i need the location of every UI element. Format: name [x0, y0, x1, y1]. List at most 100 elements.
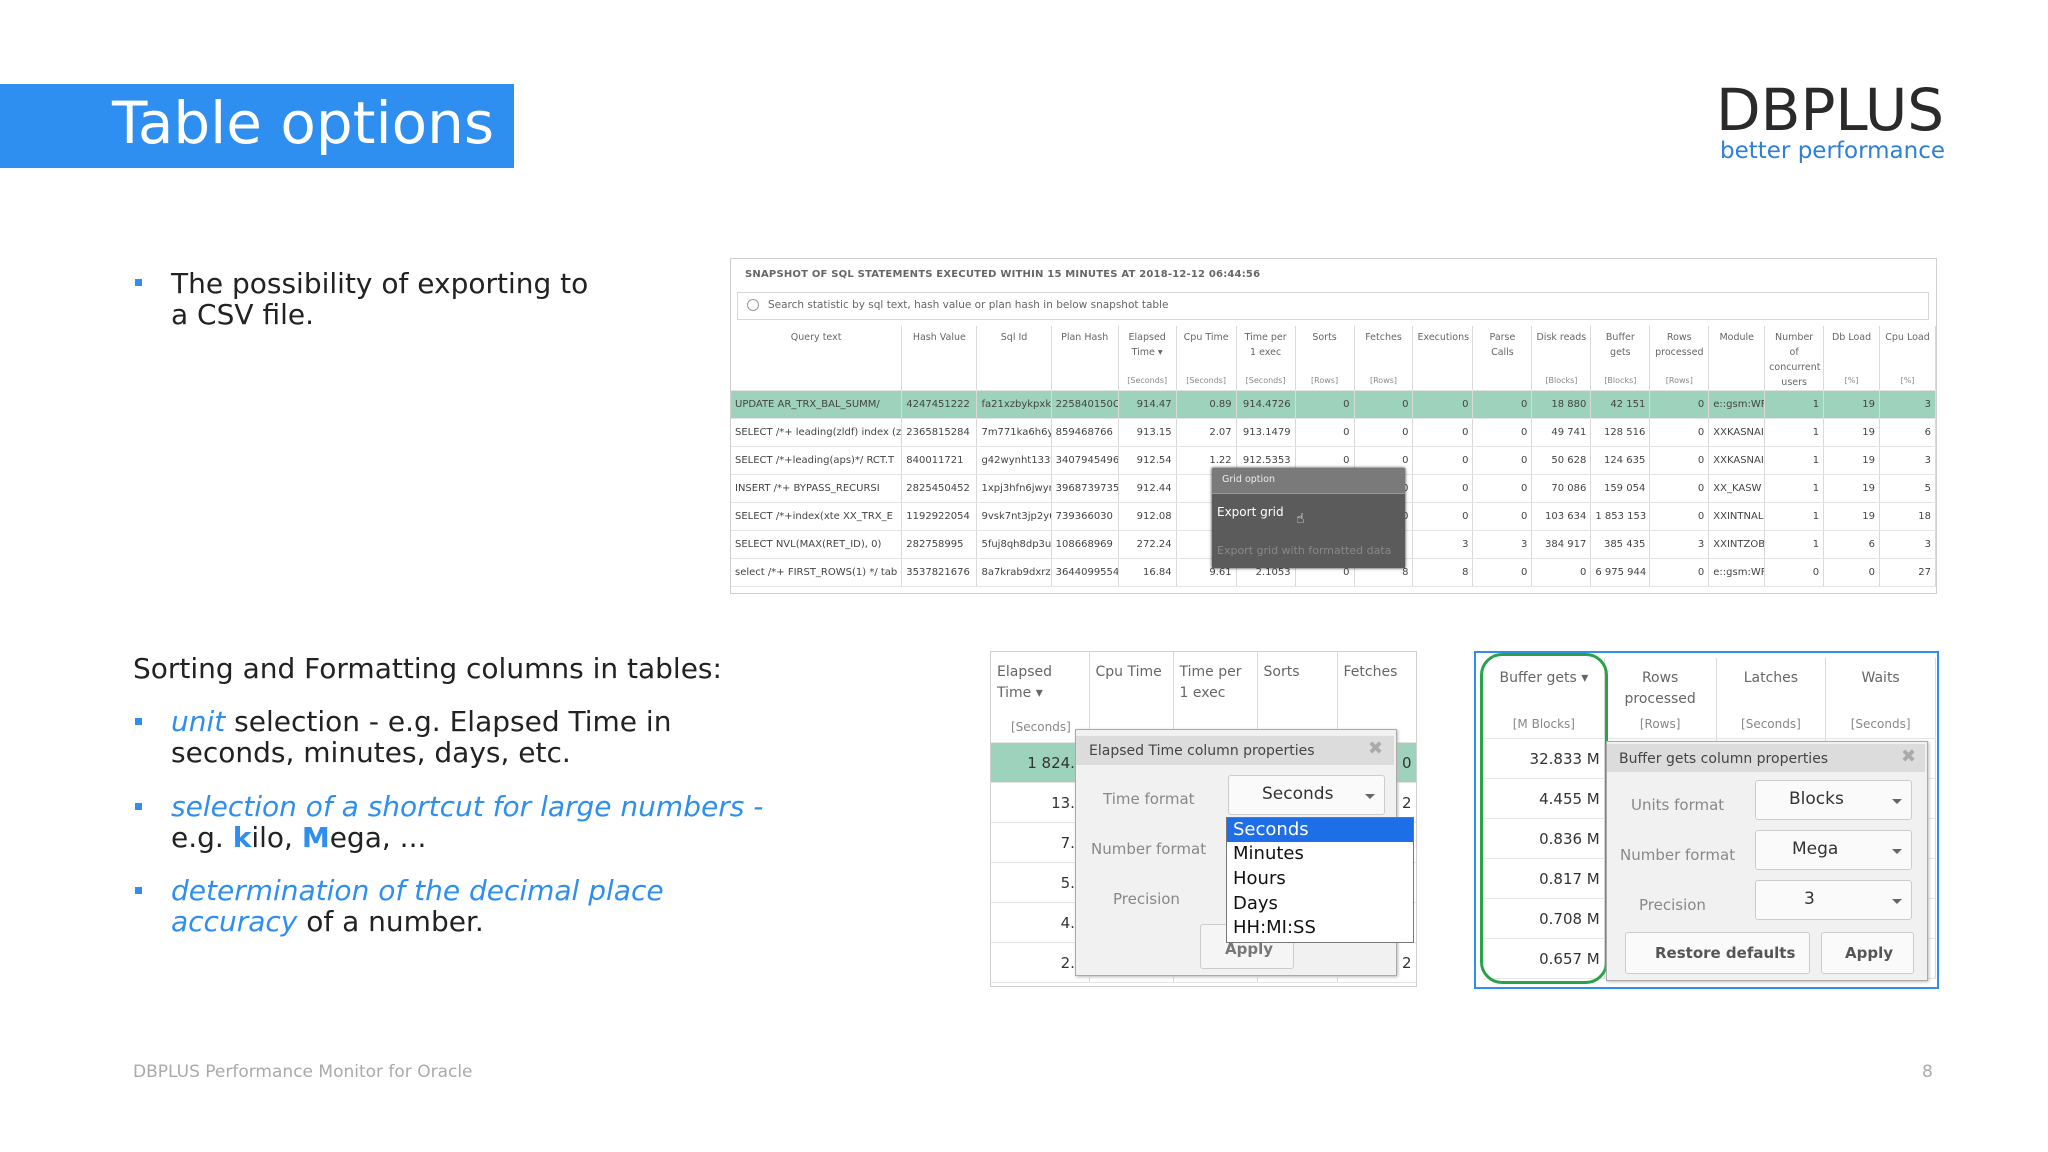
column-header-label: Cpu Load [1885, 332, 1930, 343]
precision-select[interactable]: 3 [1755, 880, 1912, 920]
table-cell: 18 [1879, 502, 1936, 531]
table-cell: 225840150C [1051, 390, 1119, 419]
unit-label: [Seconds] [1245, 376, 1286, 385]
column-header-label: Parse Calls [1489, 332, 1516, 358]
table-cell: 739366030 [1051, 502, 1119, 531]
table-cell: 0 [1472, 474, 1533, 503]
export-grid-menu-item[interactable]: Export grid [1217, 505, 1284, 519]
table-cell: 1192922054 [901, 502, 978, 531]
option-minutes[interactable]: Minutes [1227, 842, 1413, 866]
column-header-label: Hash Value [912, 332, 966, 343]
table-cell: 2365815284 [901, 418, 978, 447]
unit-label: [Seconds] [1741, 717, 1801, 731]
table-cell: 42 151 [1590, 390, 1651, 419]
column-header[interactable]: Executions [1412, 326, 1474, 391]
time-format-select[interactable]: Seconds [1228, 775, 1385, 815]
table-cell: 0 [1472, 418, 1533, 447]
bullet-number-shortcut: selection of a shortcut for large number… [171, 791, 811, 853]
column-header[interactable]: Waits [Seconds] [1825, 658, 1936, 739]
apply-button[interactable]: Apply [1821, 932, 1914, 974]
dialog-title: Buffer gets column properties [1619, 751, 1829, 767]
column-header-label: Sorts [1312, 332, 1337, 343]
bullet-text: ega, ... [329, 821, 427, 854]
column-header[interactable]: Fetches [Rows] [1354, 326, 1414, 391]
unit-label: [Seconds] [1011, 720, 1071, 734]
table-cell: UPDATE AR_TRX_BAL_SUMM/ [731, 390, 903, 419]
unit-label: [%] [1844, 376, 1859, 385]
column-header[interactable]: Module [1708, 326, 1766, 391]
column-header-label: Cpu Time [1183, 332, 1229, 343]
option-days[interactable]: Days [1227, 892, 1413, 916]
column-header[interactable]: Parse Calls [1472, 326, 1533, 391]
table-cell: 18 880 [1531, 390, 1592, 419]
column-header-label: Rows processed [1655, 332, 1704, 358]
option-seconds[interactable]: Seconds [1227, 818, 1413, 842]
menu-header-label: Grid option [1222, 474, 1275, 485]
table-cell: XXKASNAI [1708, 446, 1766, 475]
table-cell: SELECT /*+ leading(zldf) index (z [731, 418, 903, 447]
table-cell: 1 [1764, 446, 1825, 475]
column-header[interactable]: Sql Id [976, 326, 1052, 391]
column-header[interactable]: Cpu Load [%] [1879, 326, 1936, 391]
number-format-select[interactable]: Mega [1755, 830, 1912, 870]
table-cell: 0 [1764, 558, 1825, 587]
column-header[interactable]: Hash Value [901, 326, 978, 391]
snapshot-search-input[interactable]: Search statistic by sql text, hash value… [737, 292, 1929, 320]
table-cell: 3 [1879, 446, 1936, 475]
table-cell: 6 975 944 [1590, 558, 1651, 587]
column-header[interactable]: Plan Hash [1051, 326, 1119, 391]
table-cell: 0 [1295, 390, 1355, 419]
table-cell: 8 [1412, 558, 1474, 587]
column-header[interactable]: Time per 1 exec [Seconds] [1236, 326, 1296, 391]
table-cell: 2825450452 [901, 474, 978, 503]
table-cell: 103 634 [1531, 502, 1592, 531]
units-format-select[interactable]: Blocks [1755, 780, 1912, 820]
table-cell: XX_KASW [1708, 474, 1766, 503]
bullet-marker [135, 887, 142, 894]
emphasis: unit [171, 705, 226, 738]
pointer-cursor-icon: ☝ [1296, 511, 1305, 527]
table-cell: 0 [1649, 418, 1710, 447]
unit-label: [Rows] [1369, 376, 1398, 385]
table-row[interactable]: UPDATE AR_TRX_BAL_SUMM/4247451222 fa21xzb… [731, 390, 1936, 419]
column-header[interactable]: Query text [731, 326, 903, 391]
table-cell: 49 741 [1531, 418, 1592, 447]
unit-label: [%] [1900, 376, 1915, 385]
search-placeholder: Search statistic by sql text, hash value… [768, 299, 1169, 311]
close-icon[interactable]: ✖ [1368, 738, 1383, 759]
column-header[interactable]: Buffer gets [Blocks] [1590, 326, 1651, 391]
table-cell: 272.24 [1118, 530, 1177, 559]
column-header-label: Latches [1743, 670, 1799, 686]
restore-defaults-button[interactable]: Restore defaults [1625, 932, 1810, 974]
column-header[interactable]: Cpu Time [Seconds] [1176, 326, 1237, 391]
column-header[interactable]: Db Load [%] [1823, 326, 1880, 391]
table-row[interactable]: SELECT /*+ leading(zldf) index (z 2365815… [731, 418, 1936, 447]
column-header-label: Disk reads [1536, 332, 1587, 343]
column-header[interactable]: Number of concurrent users [1764, 326, 1825, 391]
table-cell: 19 [1823, 502, 1880, 531]
bullet-text: of a number. [297, 905, 484, 938]
table-cell: 3407945496 [1051, 446, 1119, 475]
number-format-label: Number format [1091, 840, 1207, 858]
table-cell: INSERT /*+ BYPASS_RECURSI [731, 474, 903, 503]
column-header[interactable]: Disk reads [Blocks] [1531, 326, 1592, 391]
number-format-label: Number format [1620, 846, 1736, 864]
option-hh-mi-ss[interactable]: HH:MI:SS [1227, 916, 1413, 940]
table-cell: 0 [1472, 558, 1533, 587]
option-hours[interactable]: Hours [1227, 867, 1413, 891]
column-header[interactable]: Sorts [Rows] [1295, 326, 1355, 391]
close-icon[interactable]: ✖ [1901, 746, 1916, 767]
select-value: Blocks [1789, 789, 1844, 809]
column-header-label: Db Load [1831, 332, 1872, 343]
column-header[interactable]: Elapsed Time ▾ [Seconds] [1118, 326, 1177, 391]
table-cell: 0 [1472, 446, 1533, 475]
column-header[interactable]: Latches [Seconds] [1716, 658, 1827, 739]
column-header[interactable]: Rows processed [Rows] [1604, 658, 1717, 739]
export-formatted-menu-item[interactable]: Export grid with formatted data [1217, 544, 1391, 557]
column-header[interactable]: Rows processed [Rows] [1649, 326, 1710, 391]
table-cell: e::gsm:WF [1708, 390, 1766, 419]
table-cell: 0 [1472, 390, 1533, 419]
table-cell: 0 [1472, 502, 1533, 531]
table-cell: XXINTNAL [1708, 502, 1766, 531]
unit-label: [Rows] [1639, 717, 1681, 731]
